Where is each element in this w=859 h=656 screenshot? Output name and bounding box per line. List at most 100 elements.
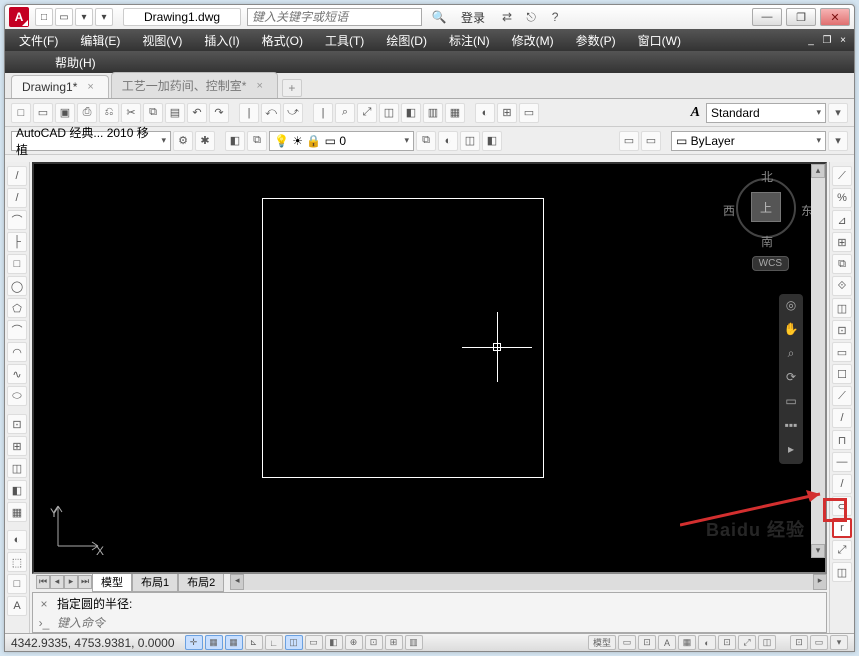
draw-tool-icon[interactable]: ▦: [7, 502, 27, 522]
draw-tool-icon[interactable]: ⌒: [7, 210, 27, 230]
mdi-minimize[interactable]: _: [804, 33, 818, 47]
horizontal-scrollbar[interactable]: ◂ ▸: [230, 574, 827, 590]
menu-modify[interactable]: 修改(M): [506, 30, 560, 51]
draw-tool-icon[interactable]: A: [7, 596, 27, 616]
menu-file[interactable]: 文件(F): [13, 30, 64, 51]
toolbar-button-icon[interactable]: ▦: [445, 103, 465, 123]
draw-tool-icon[interactable]: ◫: [7, 458, 27, 478]
modify-tool-icon[interactable]: ⤢: [832, 540, 852, 560]
status-extra-icon[interactable]: А: [658, 635, 676, 650]
coordinates-readout[interactable]: 4342.9335, 4753.9381, 0.0000: [11, 636, 175, 650]
draw-tool-icon[interactable]: /: [7, 188, 27, 208]
modify-tool-icon[interactable]: ⊓: [832, 430, 852, 450]
toolbar-button-icon[interactable]: ▭: [519, 103, 539, 123]
draw-tool-icon[interactable]: ◐: [7, 530, 27, 550]
toolbar-button-icon[interactable]: ↶: [187, 103, 207, 123]
status-tray-icon[interactable]: ▭: [810, 635, 828, 650]
status-extra-icon[interactable]: ◫: [758, 635, 776, 650]
draw-tool-icon[interactable]: ∿: [7, 364, 27, 384]
toolbar-button-icon[interactable]: ↷: [209, 103, 229, 123]
exchange-icon[interactable]: ⇄: [498, 8, 516, 26]
nav-wheel-icon[interactable]: ◎: [782, 298, 800, 316]
menu-edit[interactable]: 编辑(E): [74, 30, 126, 51]
draw-tool-icon[interactable]: □: [7, 254, 27, 274]
toolbar-button-icon[interactable]: ⧉: [143, 103, 163, 123]
doc-tab-inactive[interactable]: 工艺一加药间、控制室* ×: [111, 72, 278, 98]
fillet-tool-icon[interactable]: r: [832, 518, 852, 538]
close-tab-icon[interactable]: ×: [87, 81, 93, 93]
qat-new-icon[interactable]: □: [35, 8, 53, 26]
menu-insert[interactable]: 插入(I): [198, 30, 245, 51]
status-tray-icon[interactable]: ⊡: [790, 635, 808, 650]
menu-draw[interactable]: 绘图(D): [380, 30, 433, 51]
qat-save-icon[interactable]: ▾: [75, 8, 93, 26]
menu-dimension[interactable]: 标注(N): [443, 30, 496, 51]
ws-star-icon[interactable]: ✱: [195, 131, 215, 151]
nav-orbit-icon[interactable]: ⟳: [782, 370, 800, 388]
layer-prop-icon[interactable]: ◧: [225, 131, 245, 151]
modify-tool-icon[interactable]: %: [832, 188, 852, 208]
draw-tool-icon[interactable]: ◠: [7, 342, 27, 362]
layer-dropdown[interactable]: 💡 ☀ 🔒 ▭ 0: [269, 131, 414, 151]
scroll-right-icon[interactable]: ▸: [813, 574, 827, 590]
status-extra-icon[interactable]: ⊡: [718, 635, 736, 650]
help-icon[interactable]: ?: [546, 8, 564, 26]
toolbar-button-icon[interactable]: ▥: [423, 103, 443, 123]
status-toggle-icon[interactable]: ⊡: [365, 635, 383, 650]
status-toggle-icon[interactable]: ⊞: [385, 635, 403, 650]
status-extra-icon[interactable]: ◐: [698, 635, 716, 650]
status-toggle-icon[interactable]: ▭: [305, 635, 323, 650]
modify-tool-icon[interactable]: ⟋: [832, 386, 852, 406]
modify-tool-icon[interactable]: /: [832, 474, 852, 494]
toolbar-button-icon[interactable]: ▤: [165, 103, 185, 123]
modify-tool-icon[interactable]: ⟋: [832, 166, 852, 186]
scroll-down-icon[interactable]: ▾: [811, 544, 825, 558]
status-toggle-icon[interactable]: ▦: [225, 635, 243, 650]
status-toggle-icon[interactable]: ⊾: [245, 635, 263, 650]
new-tab-button[interactable]: +: [282, 79, 302, 97]
draw-tool-icon[interactable]: ⊞: [7, 436, 27, 456]
layer-tool-icon[interactable]: ◐: [438, 131, 458, 151]
ws-settings-icon[interactable]: ⚙: [173, 131, 193, 151]
status-extra-icon[interactable]: ▦: [678, 635, 696, 650]
menu-view[interactable]: 视图(V): [136, 30, 188, 51]
draw-tool-icon[interactable]: ⬚: [7, 552, 27, 572]
layer-states-icon[interactable]: ⧉: [247, 131, 267, 151]
qat-print-icon[interactable]: ▾: [95, 8, 113, 26]
draw-tool-icon[interactable]: ├: [7, 232, 27, 252]
toolbar-button-icon[interactable]: ⤺: [261, 103, 281, 123]
nav-more-icon[interactable]: ▪▪▪: [782, 418, 800, 436]
status-toggle-icon[interactable]: ◧: [325, 635, 343, 650]
draw-tool-icon[interactable]: ⬠: [7, 298, 27, 318]
qat-open-icon[interactable]: ▭: [55, 8, 73, 26]
modify-tool-icon[interactable]: ⊞: [832, 232, 852, 252]
linetype-dropdown[interactable]: ▭ ByLayer: [671, 131, 826, 151]
layer-tool-icon[interactable]: ◧: [482, 131, 502, 151]
modify-tool-icon[interactable]: ◫: [832, 562, 852, 582]
status-model-button[interactable]: 模型: [588, 635, 616, 650]
view-cube[interactable]: 上 北 东 南 西: [733, 172, 803, 252]
modify-tool-icon[interactable]: ⟐: [832, 276, 852, 296]
status-toggle-icon[interactable]: ⊕: [345, 635, 363, 650]
drawing-canvas[interactable]: YX 上 北 东 南 西 WCS ◎ ✋ ⌕ ⟳ ▭ ▪▪▪: [32, 162, 827, 574]
command-input[interactable]: [57, 616, 822, 630]
modify-tool-icon[interactable]: —: [832, 452, 852, 472]
menu-help[interactable]: 帮助(H): [55, 54, 96, 71]
window-maximize[interactable]: ❐: [786, 8, 816, 26]
nav-pan-icon[interactable]: ✋: [782, 322, 800, 340]
draw-tool-icon[interactable]: ◧: [7, 480, 27, 500]
modify-tool-icon[interactable]: ⊂: [832, 496, 852, 516]
nav-expand-icon[interactable]: ▸: [782, 442, 800, 460]
status-extra-icon[interactable]: ⤢: [738, 635, 756, 650]
tab-nav-first-icon[interactable]: ⏮: [36, 575, 50, 589]
toolbar-button-icon[interactable]: ⊞: [497, 103, 517, 123]
tab-nav-prev-icon[interactable]: ◂: [50, 575, 64, 589]
toolbar-button-icon[interactable]: ◧: [401, 103, 421, 123]
color-swatch-icon[interactable]: ▭: [641, 131, 661, 151]
status-extra-icon[interactable]: ⊡: [638, 635, 656, 650]
search-icon[interactable]: 🔍: [430, 8, 448, 26]
toolbar-button-icon[interactable]: ▣: [55, 103, 75, 123]
linetype-icon[interactable]: ▾: [828, 131, 848, 151]
draw-tool-icon[interactable]: ◯: [7, 276, 27, 296]
tab-layout2[interactable]: 布局2: [178, 572, 224, 592]
